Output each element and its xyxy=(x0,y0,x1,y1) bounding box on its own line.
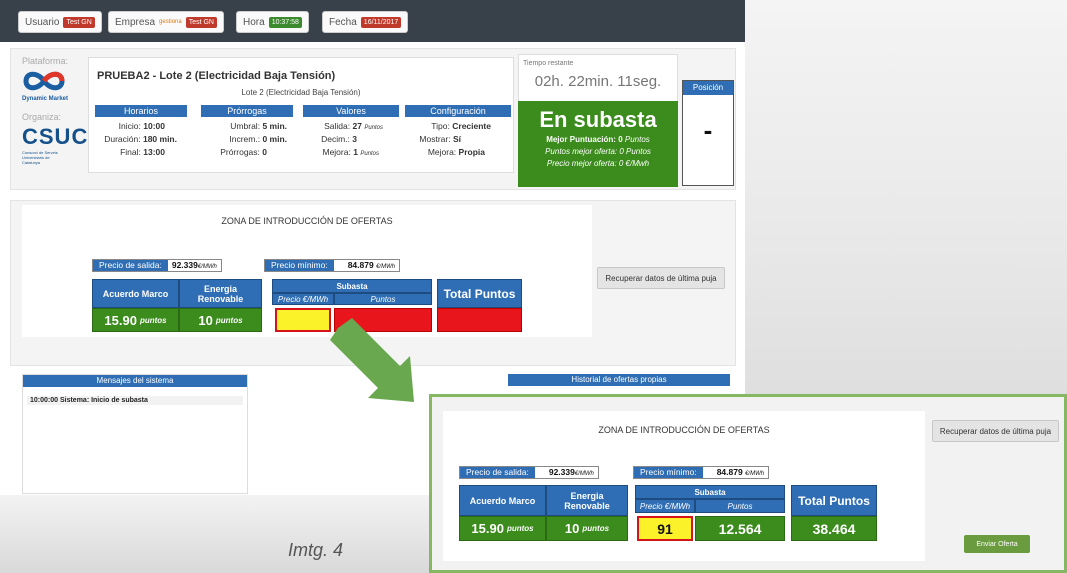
price-header: Precio €/MWh xyxy=(272,293,334,305)
time-remaining-box: Tiempo restante 02h. 22min. 11seg. xyxy=(518,54,678,104)
zoomed-points-value: 12.564 xyxy=(695,516,785,541)
renewable-energy-header: Energia Renovable xyxy=(179,279,262,308)
best-offer-price: Precio mejor oferta: 0 €/Mwh xyxy=(546,159,650,168)
system-messages-panel: Mensajes del sistema 10:00:00 Sistema: I… xyxy=(22,374,248,494)
configuracion-header: Configuración xyxy=(405,105,511,117)
zoomed-minimum-price-box: Precio mínimo: 84.879 €/MWh xyxy=(633,466,770,479)
auction-status-title: En subasta xyxy=(539,107,657,132)
zoomed-points-header: Puntos xyxy=(695,499,785,513)
framework-agreement-header: Acuerdo Marco xyxy=(92,279,179,308)
minimum-price-box: Precio mínimo: 84.879 €/MWh xyxy=(264,259,401,272)
dynamic-market-logo xyxy=(22,68,82,96)
date-label: Fecha xyxy=(329,16,357,28)
offers-zone: ZONA DE INTRODUCCIÓN DE OFERTAS Precio d… xyxy=(22,205,592,337)
starting-price-box: Precio de salida: 92.339€/MWh xyxy=(92,259,222,272)
total-points-header: Total Puntos xyxy=(437,279,522,308)
user-value: Test GN xyxy=(63,16,95,28)
company-logo: gestiona xyxy=(159,19,182,25)
zoomed-framework-agreement-value: 15.90 puntos xyxy=(459,516,546,541)
user-label: Usuario xyxy=(25,16,60,28)
organizer-column: Plataforma: Dynamic Market Organiza: CSU… xyxy=(22,56,89,165)
send-offer-button[interactable]: Enviar Oferta xyxy=(964,535,1030,553)
platform-label: Plataforma: xyxy=(22,56,69,66)
prorrogas-row: Umbral: 5 min. xyxy=(230,121,287,131)
horarios-header: Horarios xyxy=(95,105,187,117)
date-value: 16/11/2017 xyxy=(360,16,402,28)
configuracion-row: Mostrar: Sí xyxy=(419,134,461,144)
best-offer-points: Puntos mejor oferta: 0 Puntos xyxy=(545,147,651,156)
minimum-price-value: 84.879 €/MWh xyxy=(333,260,400,271)
auction-status-box: En subasta Mejor Puntuación: 0 Puntos Pu… xyxy=(518,101,678,187)
points-header: Puntos xyxy=(334,293,432,305)
organizer-label: Organiza: xyxy=(22,112,62,122)
lot-info-box: PRUEBA2 - Lote 2 (Electricidad Baja Tens… xyxy=(88,57,514,173)
csuc-logo: CSUC xyxy=(22,124,89,149)
csuc-subtitle: Consorci de Serveis Universitaris de Cat… xyxy=(22,150,58,165)
lot-subtitle: Lote 2 (Electricidad Baja Tensión) xyxy=(241,88,361,97)
time-chip: Hora 10:37:58 xyxy=(236,11,309,33)
zoomed-framework-agreement-header: Acuerdo Marco xyxy=(459,485,546,516)
position-value: - xyxy=(703,115,713,145)
zoomed-auction-header: Subasta xyxy=(635,485,785,499)
valores-row: Salida: 27 Puntos xyxy=(324,121,383,131)
arrow-icon xyxy=(330,318,414,402)
infinity-icon xyxy=(23,71,65,91)
company-value: Test GN xyxy=(185,16,217,28)
time-value: 10:37:58 xyxy=(268,16,302,28)
system-messages-header: Mensajes del sistema xyxy=(23,375,247,387)
horarios-row: Final: 13:00 xyxy=(120,147,165,157)
company-label: Empresa xyxy=(115,16,156,28)
system-message-item: 10:00:00 Sistema: Inicio de subasta xyxy=(27,396,243,405)
zoomed-offers-zone: ZONA DE INTRODUCCIÓN DE OFERTAS Precio d… xyxy=(443,411,925,561)
valores-row: Mejora: 1 Puntos xyxy=(322,147,379,157)
starting-price-label: Precio de salida: xyxy=(93,260,168,271)
framework-agreement-value: 15.90 puntos xyxy=(92,308,179,332)
own-bids-history-header: Historial de ofertas propias xyxy=(508,374,730,386)
time-label: Hora xyxy=(243,16,265,28)
top-bar: Usuario Test GN Empresa gestiona Test GN… xyxy=(0,0,745,42)
horarios-row: Inicio: 10:00 xyxy=(118,121,165,131)
zoomed-renewable-energy-value: 10 puntos xyxy=(546,516,628,541)
zoomed-price-input[interactable]: 91 xyxy=(637,516,693,541)
position-box: Posición - xyxy=(682,80,734,186)
zoomed-total-points-value: 38.464 xyxy=(791,516,877,541)
best-score-line: Mejor Puntuación: 0 Puntos xyxy=(546,135,650,144)
zoomed-price-header: Precio €/MWh xyxy=(635,499,695,513)
zoomed-zone-title: ZONA DE INTRODUCCIÓN DE OFERTAS xyxy=(598,425,770,435)
prorrogas-row: Prórrogas: 0 xyxy=(220,147,267,157)
time-remaining-value: 02h. 22min. 11seg. xyxy=(534,73,662,90)
company-chip: Empresa gestiona Test GN xyxy=(108,11,224,33)
date-chip: Fecha 16/11/2017 xyxy=(322,11,409,33)
renewable-energy-value: 10 puntos xyxy=(179,308,262,332)
zoomed-recover-last-bid-button[interactable]: Recuperar datos de última puja xyxy=(932,420,1059,442)
zoomed-renewable-energy-header: Energia Renovable xyxy=(546,485,628,516)
configuracion-row: Mejora: Propia xyxy=(427,147,485,157)
time-remaining-label: Tiempo restante xyxy=(523,60,574,67)
starting-price-value: 92.339€/MWh xyxy=(167,260,221,271)
zoomed-total-points-header: Total Puntos xyxy=(791,485,877,516)
lot-title: PRUEBA2 - Lote 2 (Electricidad Baja Tens… xyxy=(97,70,336,82)
price-input[interactable] xyxy=(275,308,331,332)
recover-last-bid-button[interactable]: Recuperar datos de última puja xyxy=(597,267,725,289)
zone-title: ZONA DE INTRODUCCIÓN DE OFERTAS xyxy=(221,216,393,226)
figure-caption: Imtg. 4 xyxy=(288,540,344,560)
valores-header: Valores xyxy=(303,105,399,117)
position-label: Posición xyxy=(683,81,733,95)
prorrogas-row: Increm.: 0 min. xyxy=(229,134,287,144)
background-photo-bottom xyxy=(0,495,440,573)
horarios-row: Duración: 180 min. xyxy=(104,134,177,144)
user-chip: Usuario Test GN xyxy=(18,11,102,33)
configuracion-row: Tipo: Creciente xyxy=(431,121,491,131)
valores-row: Decim.: 3 xyxy=(321,134,357,144)
zoomed-starting-price-box: Precio de salida: 92.339€/MWh xyxy=(459,466,599,479)
auction-header: Subasta xyxy=(272,279,432,293)
minimum-price-label: Precio mínimo: xyxy=(265,260,334,271)
prorrogas-header: Prórrogas xyxy=(201,105,293,117)
platform-name: Dynamic Market xyxy=(22,96,69,102)
total-points-value xyxy=(437,308,522,332)
